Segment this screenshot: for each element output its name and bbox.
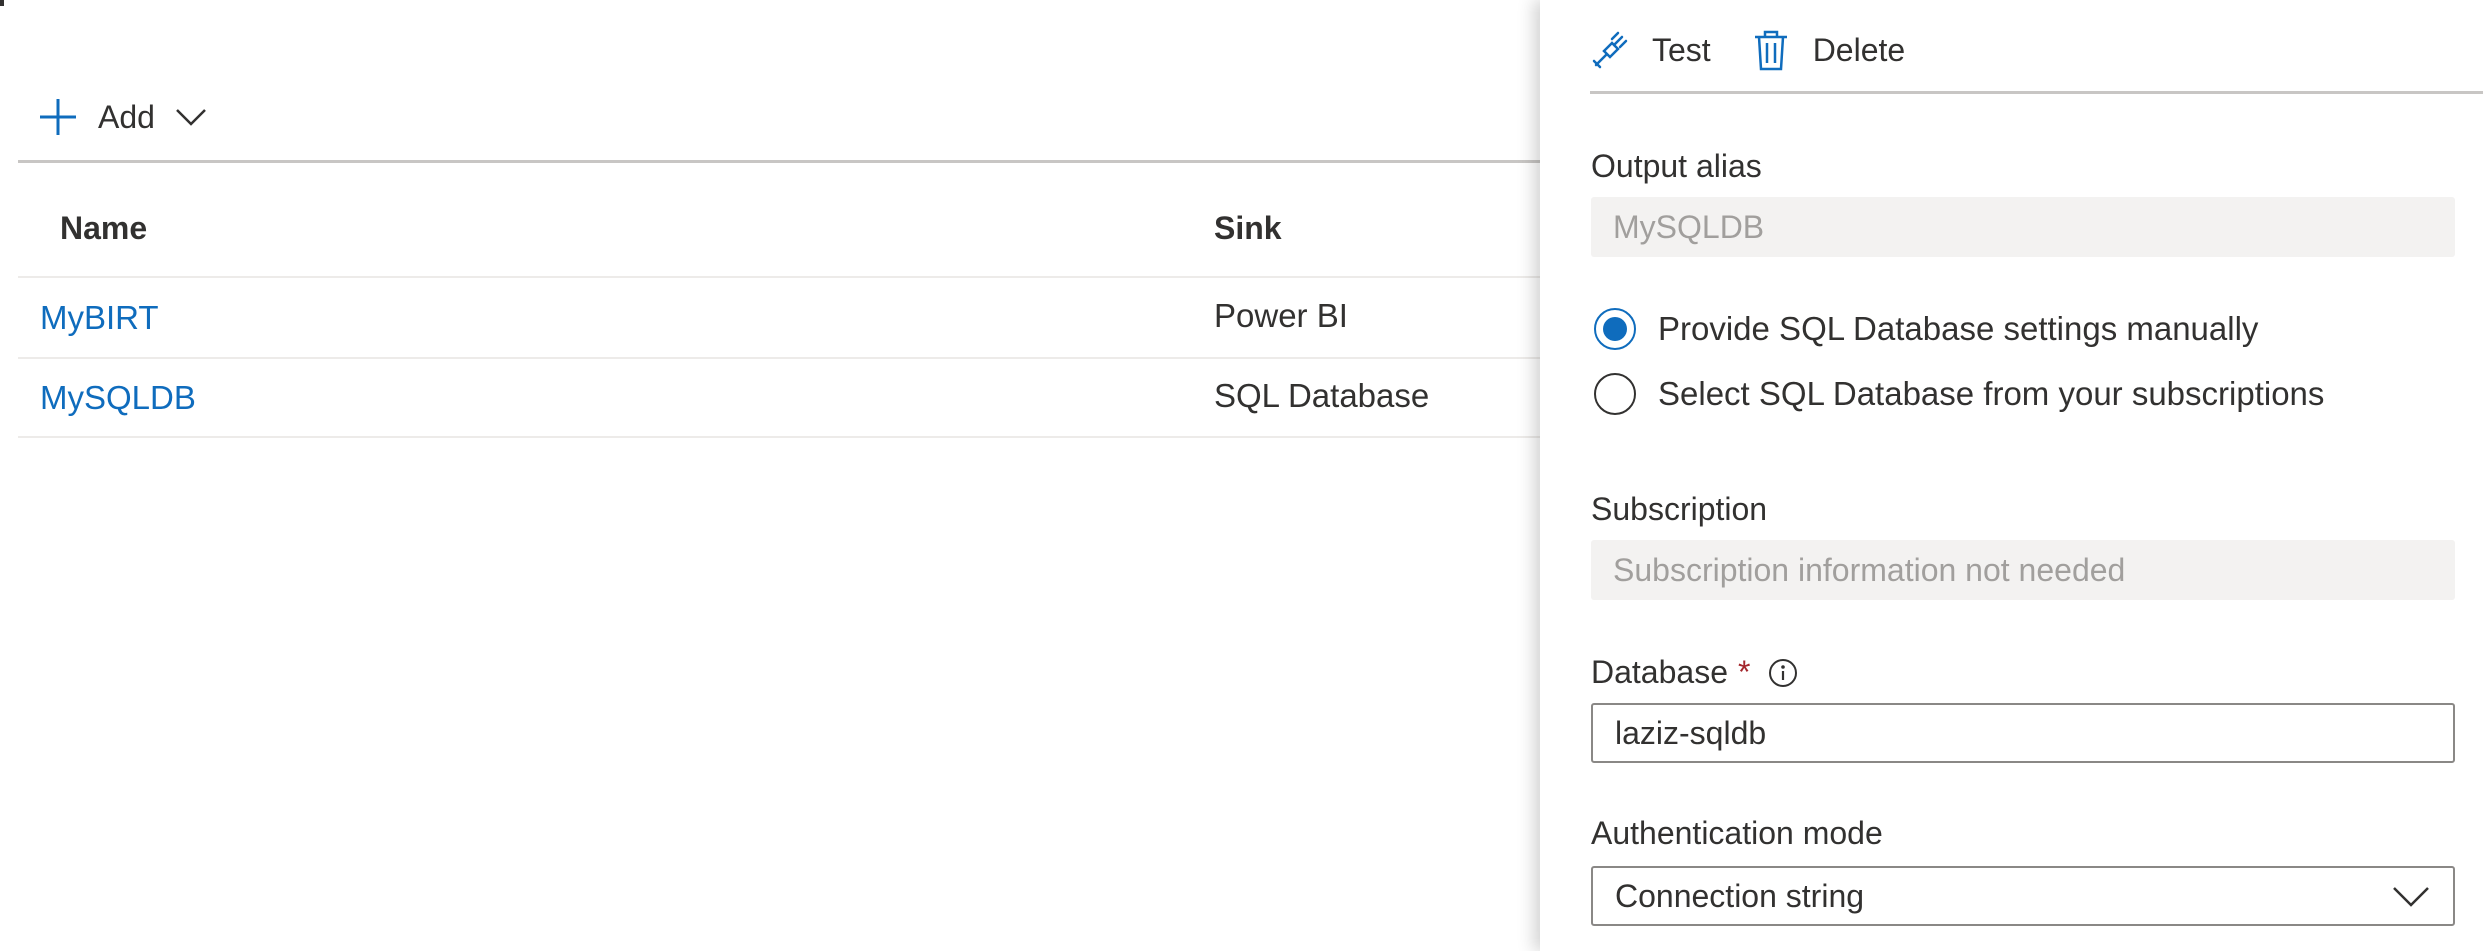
- delete-button[interactable]: Delete: [1751, 29, 1906, 71]
- radio-provide-manually[interactable]: Provide SQL Database settings manually: [1594, 308, 2258, 350]
- test-label: Test: [1652, 31, 1711, 68]
- row-divider: [18, 436, 1540, 438]
- row-name-link[interactable]: MyBIRT: [40, 299, 159, 337]
- radio-circle: [1594, 308, 1636, 350]
- column-header-name[interactable]: Name: [60, 210, 147, 247]
- plug-icon: [1592, 31, 1628, 69]
- add-button[interactable]: Add: [38, 92, 207, 142]
- auth-mode-value: Connection string: [1615, 877, 1865, 914]
- subscription-value: Subscription information not needed: [1613, 551, 2126, 588]
- row-name-link[interactable]: MySQLDB: [40, 379, 196, 417]
- panel-toolbar-divider: [1590, 91, 2483, 94]
- required-mark: *: [1737, 654, 1751, 690]
- output-alias-label: Output alias: [1591, 148, 1762, 184]
- info-icon[interactable]: [1768, 658, 1798, 688]
- outputs-list-area: Add Name Sink MyBIRT Power BI MySQLDB SQ…: [0, 0, 1540, 951]
- radio-dot: [1603, 317, 1627, 341]
- database-label: Database: [1591, 654, 1728, 690]
- add-label: Add: [98, 98, 155, 135]
- row-sink: SQL Database: [1214, 377, 1430, 414]
- output-details-panel: [1540, 0, 2483, 951]
- subscription-field: Subscription information not needed: [1591, 540, 2455, 600]
- auth-mode-select[interactable]: Connection string: [1591, 866, 2455, 926]
- toolbar-divider: [18, 160, 1540, 163]
- database-value: laziz-sqldb: [1615, 714, 1767, 751]
- chevron-down-icon: [2393, 887, 2429, 907]
- test-button[interactable]: Test: [1590, 29, 1711, 71]
- radio-select-from-subscriptions[interactable]: Select SQL Database from your subscripti…: [1594, 373, 2324, 415]
- radio-label: Provide SQL Database settings manually: [1658, 310, 2259, 347]
- trash-icon: [1754, 30, 1787, 71]
- radio-circle: [1594, 373, 1636, 415]
- chevron-down-icon: [176, 109, 206, 126]
- delete-label: Delete: [1812, 31, 1906, 68]
- radio-label: Select SQL Database from your subscripti…: [1658, 375, 2325, 412]
- database-input[interactable]: laziz-sqldb: [1591, 703, 2455, 763]
- auth-mode-label: Authentication mode: [1591, 815, 1883, 851]
- top-edge-mark: [0, 0, 4, 6]
- header-row-divider: [18, 276, 1540, 278]
- output-alias-value: MySQLDB: [1613, 208, 1765, 245]
- row-sink: Power BI: [1214, 297, 1348, 334]
- panel-toolbar: Test Delete: [1590, 20, 1945, 80]
- database-label-row: Database *: [1591, 654, 1798, 691]
- column-header-sink[interactable]: Sink: [1214, 210, 1282, 247]
- row-divider: [18, 357, 1540, 359]
- output-alias-field: MySQLDB: [1591, 197, 2455, 257]
- subscription-label: Subscription: [1591, 491, 1768, 527]
- plus-icon: [40, 99, 76, 135]
